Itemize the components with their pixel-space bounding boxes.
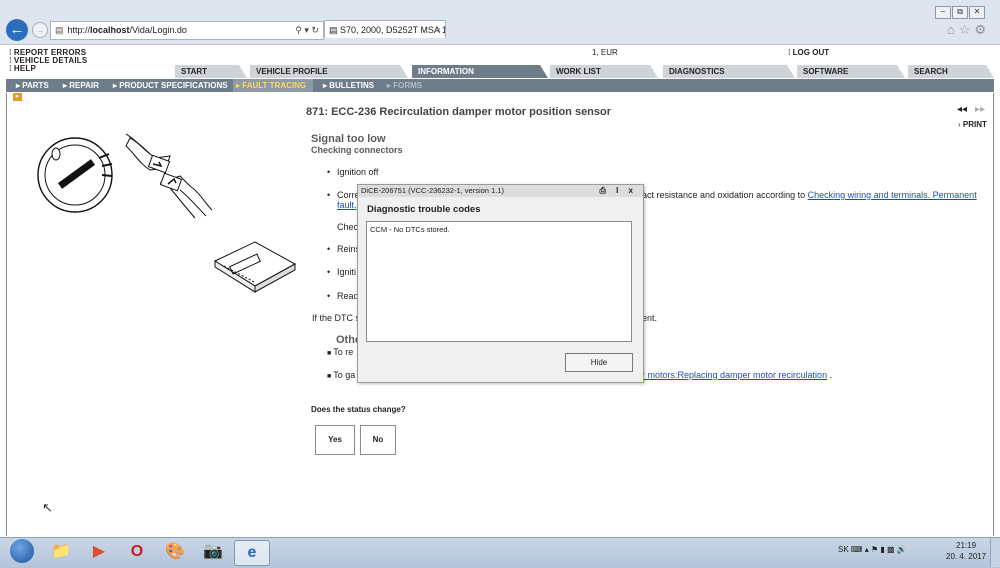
tab-work-list[interactable]: WORK LIST	[550, 65, 658, 78]
subtab-repair[interactable]: REPAIR	[60, 79, 102, 92]
other-item-2-continued: r motors:Replacing damper motor recircul…	[642, 370, 832, 380]
page-title: 871: ECC-236 Recirculation damper motor …	[306, 106, 612, 118]
tab-page-icon: ▤	[329, 25, 341, 35]
yes-button[interactable]: Yes	[315, 425, 355, 455]
camera-app-icon[interactable]: 📷	[196, 540, 230, 564]
volume-icon[interactable]: 🔊	[897, 545, 907, 554]
network-icon[interactable]: ▩	[887, 545, 895, 554]
dialog-heading: Diagnostic trouble codes	[367, 204, 481, 215]
page-navigation: ◂◂ ▸▸	[957, 104, 985, 115]
tab-start[interactable]: START	[175, 65, 247, 78]
account-info: 1, EUR	[592, 48, 618, 57]
dialog-control-buttons[interactable]: I x	[616, 186, 637, 195]
subtab-forms[interactable]: FORMS	[384, 79, 425, 92]
dtc-dialog: DiCE-206751 (VCC-236232-1, version 1.1) …	[357, 184, 644, 383]
content-frame-right	[993, 93, 994, 536]
minimize-button[interactable]: –	[935, 6, 951, 19]
clock-time: 21:19	[956, 541, 977, 550]
window-controls: – ⧉ ✕	[934, 5, 985, 19]
replacing-damper-motor-link[interactable]: r motors:Replacing damper motor recircul…	[642, 370, 827, 380]
paint-icon[interactable]: 🎨	[158, 540, 192, 564]
url-host: localhost	[90, 25, 130, 35]
url-prefix: http://	[67, 25, 91, 35]
status-question: Does the status change?	[311, 405, 406, 414]
print-link[interactable]: PRINT	[958, 120, 987, 129]
step-ignition-on: Igniti	[327, 267, 356, 277]
content-frame-left	[6, 93, 7, 536]
subtab-bulletins[interactable]: BULLETINS	[320, 79, 377, 92]
step-read: Read	[327, 291, 358, 301]
settings-gear-icon[interactable]: ⚙	[975, 22, 991, 37]
subtab-product-specifications[interactable]: PRODUCT SPECIFICATIONS	[110, 79, 231, 92]
subtab-parts[interactable]: PARTS	[13, 79, 52, 92]
tab-information[interactable]: INFORMATION	[412, 65, 548, 78]
dialog-title: DiCE-206751 (VCC-236232-1, version 1.1)	[361, 186, 504, 195]
favorites-star-icon[interactable]: ☆	[959, 22, 975, 37]
language-indicator[interactable]: SK	[838, 545, 849, 554]
file-explorer-icon[interactable]: 📁	[44, 540, 78, 564]
step-correct-text: act resistance and oxidation according t…	[642, 190, 808, 200]
tab-diagnostics[interactable]: DIAGNOSTICS	[663, 65, 795, 78]
subtab-fault-tracing[interactable]: FAULT TRACING	[233, 79, 313, 92]
dtc-text: If the DTC s	[312, 313, 361, 323]
step-correct-continued: act resistance and oxidation according t…	[642, 190, 977, 200]
system-tray: SK ⌨ ▴ ⚑ ▮ ▩ 🔊	[838, 545, 907, 554]
other-item-2-end: .	[827, 370, 833, 380]
section-title: Signal too low	[311, 133, 386, 145]
forward-button[interactable]: →	[32, 22, 48, 38]
internet-explorer-icon[interactable]: e	[234, 540, 270, 566]
logout-link[interactable]: LOG OUT	[788, 48, 829, 57]
back-button[interactable]: ←	[6, 19, 28, 41]
battery-icon[interactable]: ▮	[880, 545, 884, 554]
opera-icon[interactable]: O	[120, 540, 154, 564]
dtc-list: CCM - No DTCs stored.	[366, 221, 632, 342]
show-desktop-button[interactable]	[990, 538, 1000, 567]
keyboard-icon[interactable]: ⌨	[851, 545, 863, 554]
clock[interactable]: 21:19 20. 4. 2017	[946, 540, 986, 562]
dialog-controls: ⎙ I x	[599, 185, 637, 197]
address-bar[interactable]: ▤ http://localhost/Vida/Login.do ⚲ ▾ ↻	[50, 21, 324, 40]
next-page-icon[interactable]: ▸▸	[975, 104, 985, 115]
other-item-1-text: To re	[333, 347, 354, 357]
dialog-titlebar[interactable]: DiCE-206751 (VCC-236232-1, version 1.1) …	[358, 185, 643, 197]
clock-date: 20. 4. 2017	[946, 552, 987, 561]
close-window-button[interactable]: ✕	[969, 6, 985, 19]
help-link[interactable]: HELP	[9, 64, 36, 73]
mouse-cursor-icon: ↖	[42, 500, 53, 515]
media-player-icon[interactable]: ▶	[82, 540, 116, 564]
browser-icons: ⌂☆⚙	[947, 22, 990, 38]
tab-software[interactable]: SOFTWARE	[797, 65, 905, 78]
other-item-1: ■ To re	[327, 347, 353, 357]
tab-close-icon[interactable]: ×	[436, 21, 441, 38]
address-tools[interactable]: ⚲ ▾ ↻	[295, 22, 319, 39]
show-hidden-icons-icon[interactable]: ▴	[865, 545, 869, 554]
home-icon[interactable]: ⌂	[947, 22, 959, 37]
other-item-2: ■ To ga	[327, 370, 355, 380]
printer-icon[interactable]: ⎙	[599, 186, 609, 195]
flag-icon[interactable]: ⚑	[871, 545, 878, 554]
other-item-2-text: To ga	[333, 370, 356, 380]
ignition-key-illustration	[37, 133, 213, 219]
tab-vehicle-profile[interactable]: VEHICLE PROFILE	[250, 65, 408, 78]
start-button[interactable]	[10, 539, 34, 563]
dtc-message: CCM - No DTCs stored.	[370, 225, 450, 234]
section-subtitle: Checking connectors	[311, 145, 403, 155]
tab-title: S70, 2000, D5252T MSA 15....	[340, 25, 445, 35]
hide-button[interactable]: Hide	[565, 353, 633, 372]
checking-wiring-link[interactable]: Checking wiring and terminals. Permanent	[808, 190, 977, 200]
browser-tab[interactable]: ▤ S70, 2000, D5252T MSA 15.... ×	[324, 20, 446, 38]
previous-page-icon[interactable]: ◂◂	[957, 104, 967, 115]
control-module-illustration	[213, 241, 297, 293]
url-path: /Vida/Login.do	[129, 25, 187, 35]
tab-search[interactable]: SEARCH	[908, 65, 994, 78]
no-button[interactable]: No	[360, 425, 396, 455]
step-correct-link-line2: fault.	[337, 200, 357, 210]
step-ignition-off: Ignition off	[327, 167, 378, 177]
restore-button[interactable]: ⧉	[952, 6, 968, 19]
expand-icon[interactable]: ▸	[13, 93, 22, 101]
dtc-text-end: ent.	[642, 313, 658, 323]
permanent-fault-link[interactable]: fault.	[337, 200, 357, 210]
page-icon: ▤	[55, 25, 64, 35]
